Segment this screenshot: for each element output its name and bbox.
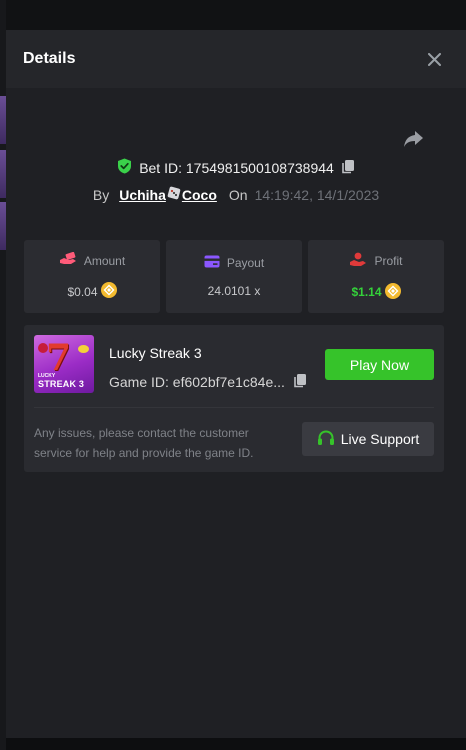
- stat-payout-value: 24.0101 x: [207, 284, 261, 298]
- bet-time: 14:19:42, 14/1/2023: [254, 186, 380, 203]
- modal-title: Details: [23, 50, 76, 67]
- stat-amount-value-row: $0.04: [67, 282, 117, 301]
- game-card: 7 LUCKY STREAK 3 Lucky Streak 3 Game ID:…: [24, 325, 444, 472]
- bet-id-text: Bet ID: 1754981500108738944: [139, 160, 334, 176]
- copy-icon[interactable]: [341, 159, 355, 177]
- stats-row: Amount $0.04 Payout 24.0101 x Profit $1.…: [24, 240, 444, 313]
- bnb-coin-icon: [384, 282, 401, 302]
- stat-profit-label-row: Profit: [349, 252, 403, 270]
- headset-icon: [317, 429, 335, 449]
- copy-icon[interactable]: [293, 373, 307, 391]
- game-id-value: ef602bf7e1c84e...: [172, 374, 285, 390]
- bnb-coin-icon: [100, 282, 117, 301]
- details-modal: Details Bet ID: 1754981500108738944 By U…: [6, 30, 466, 738]
- live-support-button[interactable]: Live Support: [302, 422, 434, 456]
- lemon-decoration: [78, 345, 89, 353]
- play-now-button[interactable]: Play Now: [325, 349, 434, 380]
- bet-id-value: 1754981500108738944: [185, 159, 334, 176]
- bet-id-label: Bet ID:: [139, 159, 182, 176]
- money-hand-icon: [59, 251, 77, 269]
- game-id-line: Game ID: ef602bf7e1c84e...: [109, 373, 307, 391]
- modal-header: Details: [6, 30, 466, 88]
- divider: [34, 407, 434, 408]
- stat-amount-value: $0.04: [67, 284, 98, 299]
- bet-id-line: Bet ID: 1754981500108738944: [6, 158, 466, 177]
- card-icon: [204, 255, 220, 271]
- user-link[interactable]: Uchiha Coco: [119, 186, 217, 203]
- by-line: By Uchiha Coco On 14:19:42, 14/1/2023: [6, 186, 466, 203]
- game-thumbnail[interactable]: 7 LUCKY STREAK 3: [34, 335, 94, 393]
- close-icon[interactable]: [426, 51, 442, 67]
- shield-check-icon: [117, 158, 132, 177]
- stat-payout-value-row: 24.0101 x: [208, 284, 261, 298]
- on-label: On: [228, 186, 248, 203]
- stat-profit-label: Profit: [374, 253, 403, 268]
- profit-hand-icon: [349, 252, 367, 270]
- by-label: By: [92, 186, 110, 203]
- stat-amount-label: Amount: [83, 253, 126, 268]
- live-support-label: Live Support: [340, 431, 420, 447]
- help-text: Any issues, please contact the customer …: [34, 426, 254, 460]
- stat-payout-label-row: Payout: [204, 255, 264, 271]
- dice-icon: [167, 186, 181, 203]
- stat-profit-value: $1.14: [351, 285, 382, 299]
- user-name-first: Uchiha: [119, 186, 166, 203]
- stat-amount: Amount $0.04: [24, 240, 160, 313]
- stat-payout-label: Payout: [226, 256, 265, 270]
- stat-amount-label-row: Amount: [59, 251, 126, 269]
- thumb-streak-text: STREAK 3: [38, 379, 85, 389]
- share-icon[interactable]: [403, 130, 424, 153]
- stat-profit: Profit $1.14: [308, 240, 444, 313]
- stat-payout: Payout 24.0101 x: [166, 240, 302, 313]
- background-top-bar: [0, 0, 466, 30]
- user-name-second: Coco: [181, 186, 217, 203]
- game-id-text: Game ID: ef602bf7e1c84e...: [109, 374, 285, 390]
- game-name: Lucky Streak 3: [109, 345, 202, 361]
- stat-profit-value-row: $1.14: [351, 282, 401, 302]
- game-id-label: Game ID:: [109, 374, 169, 390]
